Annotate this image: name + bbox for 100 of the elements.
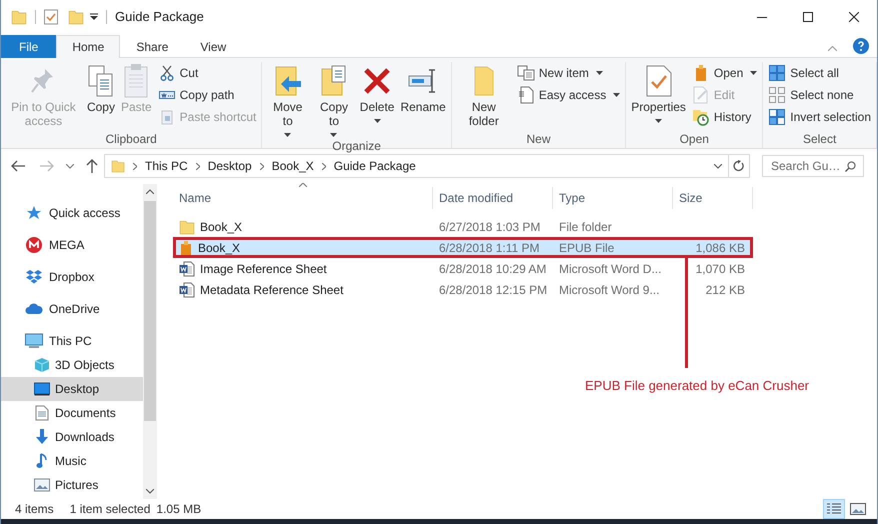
nav-item[interactable]: 3D Objects <box>1 353 143 377</box>
ribbon-button[interactable]: Copy <box>84 62 117 130</box>
nav-item[interactable]: OneDrive <box>1 297 143 321</box>
folder-icon <box>179 218 195 234</box>
ribbon-button[interactable]: Cut <box>156 63 258 83</box>
scroll-up-icon[interactable] <box>146 189 154 194</box>
chevron-right-icon[interactable] <box>322 162 326 170</box>
address-bar[interactable]: This PC Desktop Book_X Guide Package <box>104 154 750 178</box>
star-icon <box>26 205 42 221</box>
table-cell-text: 1,070 KB <box>696 260 745 278</box>
chevron-right-icon[interactable] <box>260 162 264 170</box>
cube-icon <box>34 357 50 373</box>
nav-item[interactable]: Downloads <box>1 425 143 449</box>
dropbox-icon <box>25 269 43 285</box>
column-header[interactable]: Type <box>553 187 673 209</box>
ribbon-button[interactable]: New folder <box>454 62 513 130</box>
nav-item[interactable]: Desktop <box>1 377 143 401</box>
scroll-thumb[interactable] <box>144 201 156 421</box>
ribbon-button[interactable]: Delete <box>358 62 396 137</box>
file-row[interactable]: Metadata Reference Sheet 6/28/2018 12:15 PM Microsoft Word 9... 212 KB <box>173 279 753 300</box>
scroll-down-icon[interactable] <box>146 489 154 494</box>
folder-arrow-icon <box>274 65 302 97</box>
ribbon-button[interactable]: Copy path <box>156 85 258 105</box>
breadcrumb[interactable]: Desktop <box>208 157 252 175</box>
close-icon <box>849 12 859 22</box>
nav-item[interactable]: This PC <box>1 329 143 353</box>
chevron-down-icon[interactable] <box>66 164 74 168</box>
computer-icon <box>25 333 43 349</box>
table-cell-text: Microsoft Word 9... <box>558 282 660 298</box>
search-field[interactable]: Search Gu… <box>762 155 864 177</box>
nav-item[interactable]: Quick access <box>1 201 143 225</box>
file-row[interactable]: Book_X 6/28/2018 1:11 PM EPUB File 1,086 KB <box>173 237 753 258</box>
history-icon <box>692 108 710 126</box>
back-icon[interactable] <box>11 160 25 172</box>
status-text: 4 items <box>15 501 54 518</box>
ribbon-tab[interactable]: View <box>184 35 242 58</box>
ribbon-button[interactable]: Select none <box>766 85 873 105</box>
ribbon-button[interactable]: Open <box>690 63 760 83</box>
ribbon-button[interactable]: History <box>690 107 760 127</box>
search-icon <box>845 161 856 172</box>
clipboard-icon <box>123 63 150 99</box>
cloud-icon <box>25 303 43 315</box>
up-arrow-icon[interactable] <box>86 159 98 173</box>
breadcrumb[interactable]: Book_X <box>272 157 314 175</box>
breadcrumb[interactable]: Guide Package <box>334 157 416 175</box>
file-name: Book_X <box>198 240 240 256</box>
table-cell-text: 212 KB <box>706 282 745 298</box>
word-document-icon <box>179 282 195 298</box>
nav-item[interactable]: Documents <box>1 401 143 425</box>
group-label: Clipboard <box>104 131 158 148</box>
refresh-icon[interactable] <box>733 160 745 172</box>
column-header[interactable]: Size <box>673 187 753 209</box>
nav-item[interactable]: Music <box>1 449 143 473</box>
nav-item[interactable]: Pictures <box>1 473 143 497</box>
ribbon-button[interactable]: Rename <box>398 62 448 137</box>
ribbon-button[interactable]: Properties <box>629 62 688 130</box>
new-item-icon <box>516 65 535 81</box>
edit-icon <box>692 86 709 104</box>
ribbon-button[interactable]: Move to <box>265 62 310 137</box>
ribbon-button[interactable]: Select all <box>766 63 873 83</box>
column-header[interactable]: Date modified <box>433 187 553 209</box>
table-cell-text: 6/28/2018 10:29 AM <box>438 260 548 278</box>
help-icon[interactable] <box>853 38 869 54</box>
page-icon <box>518 86 534 104</box>
select-none-icon <box>769 87 786 103</box>
scrollbar[interactable] <box>143 184 157 499</box>
ribbon-tab[interactable]: Share <box>120 35 184 58</box>
column-header[interactable]: Name <box>173 187 433 209</box>
file-row[interactable]: Book_X 6/27/2018 1:03 PM File folder <box>173 216 753 237</box>
ribbon-tab[interactable]: Home <box>56 35 120 58</box>
ribbon-tab[interactable]: File <box>1 35 56 58</box>
ribbon-button[interactable]: Copy to <box>312 62 356 137</box>
folder-icon <box>111 158 125 174</box>
group-label: Open <box>678 131 710 148</box>
chevron-right-icon[interactable] <box>196 162 200 170</box>
breadcrumb[interactable]: This PC <box>145 157 188 175</box>
details-view-icon <box>826 503 842 515</box>
annotation-text: EPUB File generated by eCan Crusher <box>585 377 810 395</box>
window-title: Guide Package <box>115 8 204 26</box>
word-document-icon <box>179 260 195 276</box>
dropdown-icon[interactable] <box>90 13 98 21</box>
ribbon-button[interactable]: New item <box>514 63 622 83</box>
group-label: Select <box>802 131 838 148</box>
view-button[interactable] <box>823 499 845 519</box>
folder-icon <box>472 65 495 97</box>
scissors-icon <box>160 65 174 81</box>
nav-item[interactable]: MEGA <box>1 233 143 257</box>
file-row[interactable]: Image Reference Sheet 6/28/2018 10:29 AM Microsoft Word D... 1,070 KB <box>173 258 753 279</box>
group-label: Organize <box>331 138 382 155</box>
download-icon <box>34 429 50 445</box>
ribbon-button[interactable]: Easy access <box>514 85 622 105</box>
table-cell-text: 6/28/2018 1:11 PM <box>438 240 541 256</box>
checklist-icon[interactable] <box>44 9 58 25</box>
ribbon-button[interactable]: Invert selection <box>766 107 873 127</box>
chevron-right-icon[interactable] <box>133 162 137 170</box>
minimize-icon <box>757 16 767 18</box>
chevron-down-icon[interactable] <box>714 164 722 168</box>
pages-icon <box>86 64 115 98</box>
nav-item[interactable]: Dropbox <box>1 265 143 289</box>
chevron-up-icon[interactable] <box>828 46 837 51</box>
